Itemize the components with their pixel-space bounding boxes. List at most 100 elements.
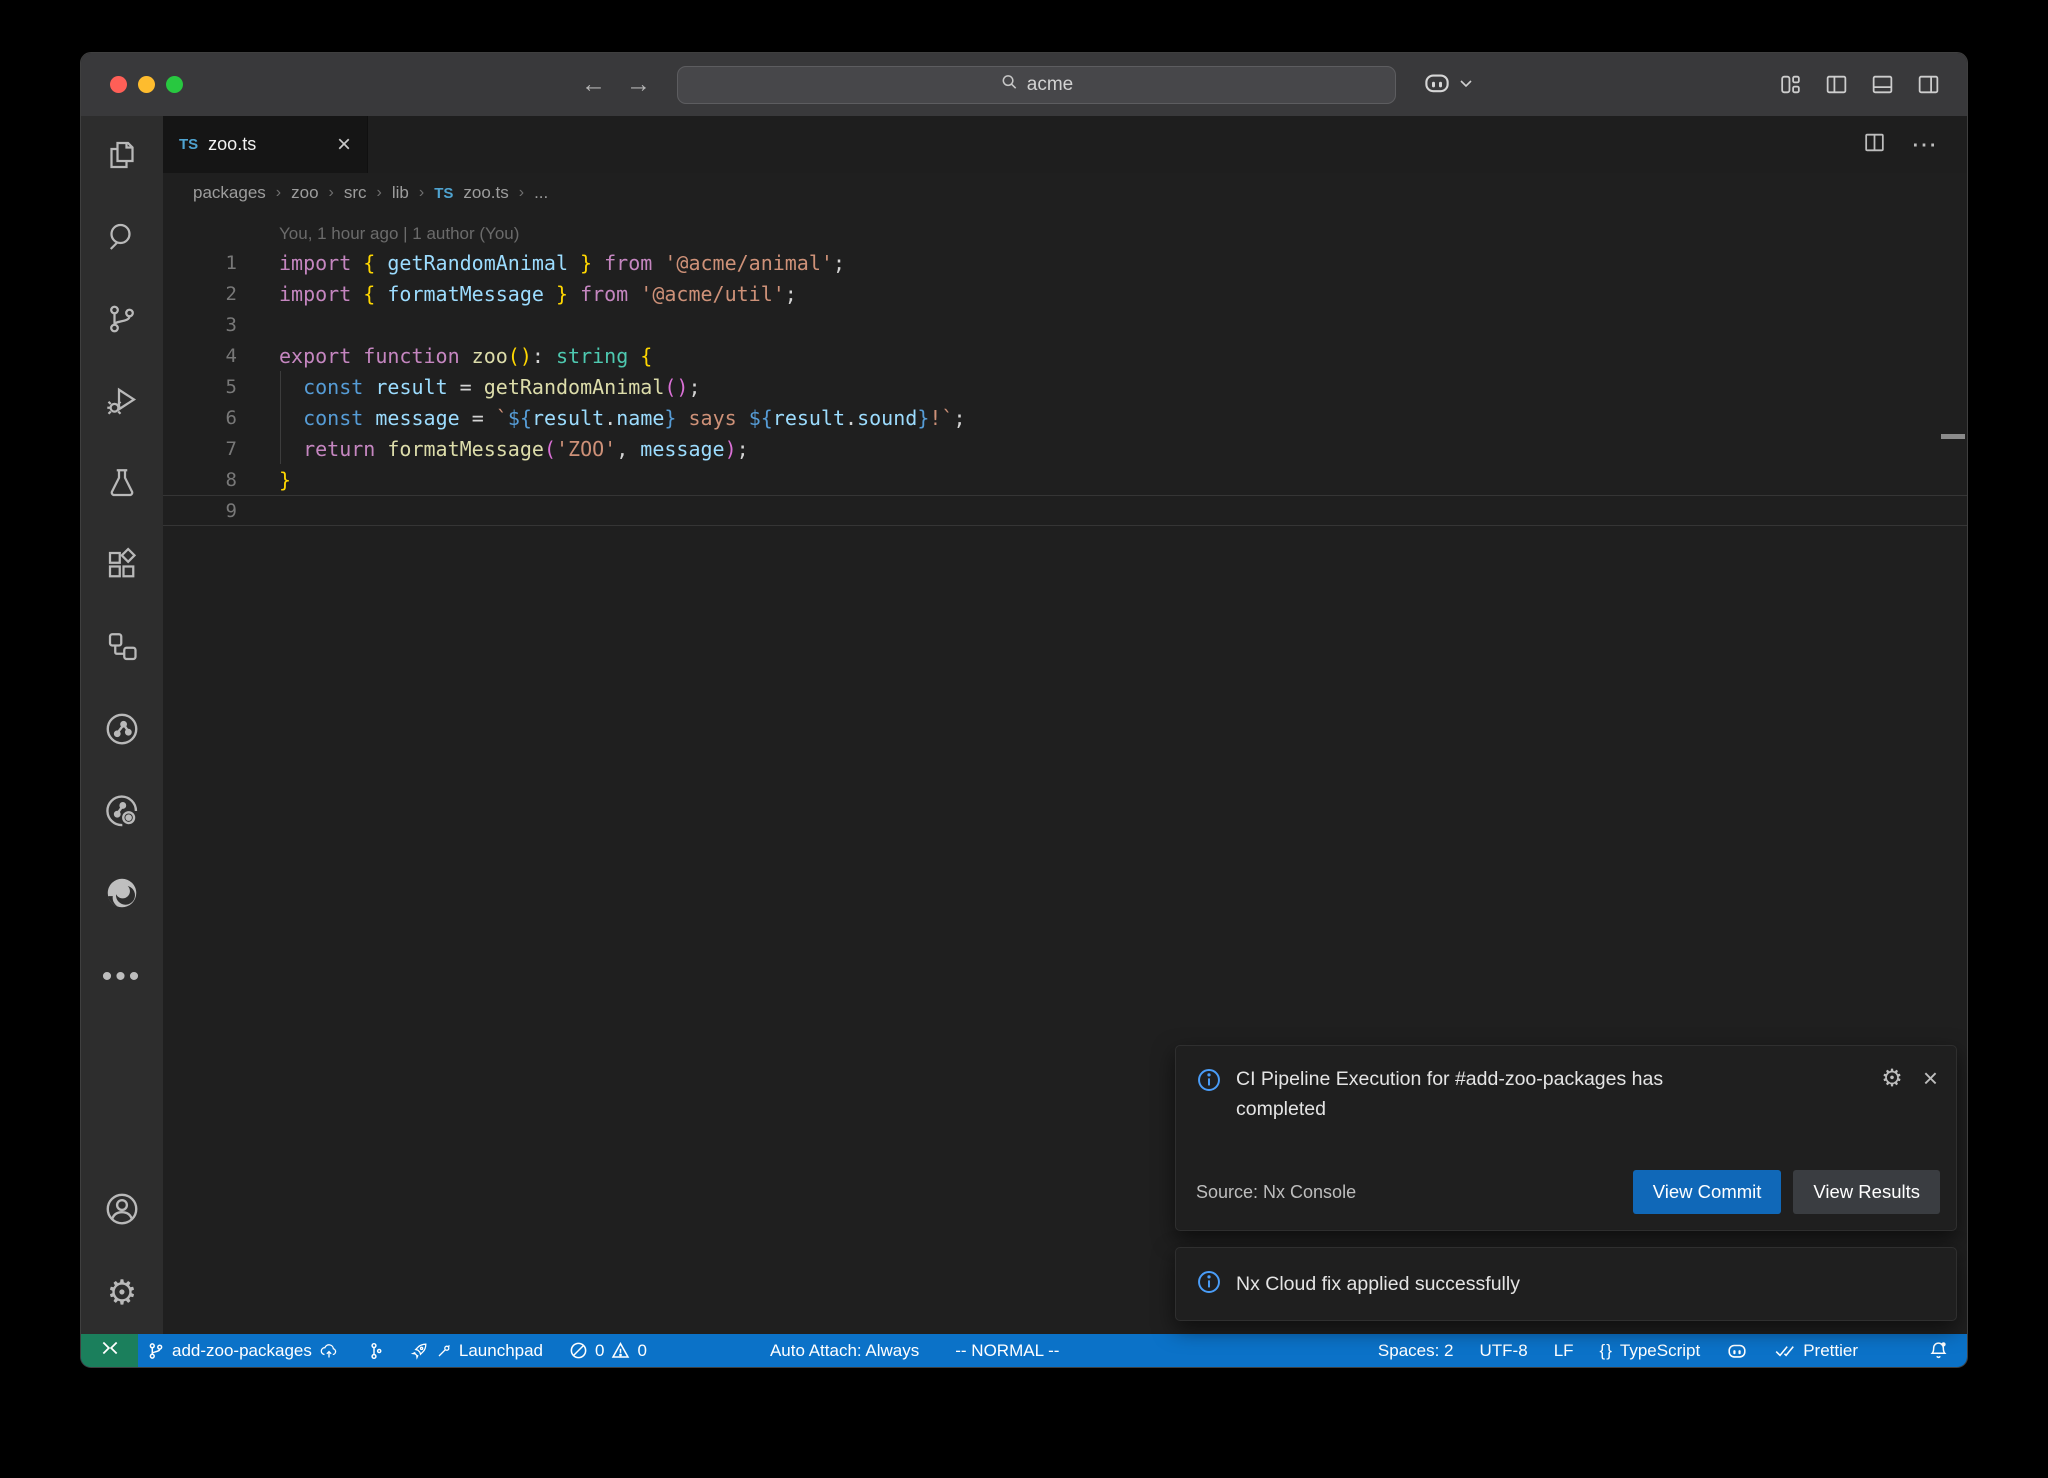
files-icon	[104, 137, 140, 178]
status-bar: add-zoo-packages	[81, 1334, 1967, 1367]
chevron-right-icon: ›	[276, 184, 281, 202]
copilot-status-item[interactable]	[1717, 1334, 1757, 1367]
search-icon	[104, 219, 140, 260]
command-center-search[interactable]: acme	[677, 66, 1396, 104]
sidebar-item-remote-explorer[interactable]	[81, 608, 163, 690]
remote-icon	[100, 1338, 120, 1363]
code-line[interactable]: 9	[163, 495, 1967, 526]
notification-message: Nx Cloud fix applied successfully	[1236, 1269, 1520, 1299]
code-lines: 1import { getRandomAnimal } from '@acme/…	[163, 247, 1967, 526]
line-number[interactable]: 9	[163, 500, 237, 522]
typescript-file-icon: TS	[179, 136, 198, 153]
code-line[interactable]: 1import { getRandomAnimal } from '@acme/…	[163, 247, 1967, 278]
more-actions-icon[interactable]: ⋯	[1911, 129, 1939, 160]
forward-arrow-icon[interactable]: →	[626, 70, 651, 99]
back-arrow-icon[interactable]: ←	[581, 70, 606, 99]
git-blame-annotation: You, 1 hour ago | 1 author (You)	[163, 221, 1967, 247]
toggle-sidebar-icon[interactable]	[1824, 72, 1849, 97]
sidebar-item-run-debug[interactable]	[81, 362, 163, 444]
settings-button[interactable]: ⚙	[81, 1252, 163, 1334]
view-results-button[interactable]: View Results	[1793, 1170, 1940, 1214]
git-branch-icon	[147, 1342, 165, 1360]
git-branch-icon	[104, 301, 140, 342]
line-number[interactable]: 1	[163, 252, 237, 274]
sidebar-item-source-control[interactable]	[81, 280, 163, 362]
notifications-bell-item[interactable]	[1919, 1334, 1967, 1367]
vim-mode-label: -- NORMAL --	[955, 1341, 1059, 1361]
view-commit-button[interactable]: View Commit	[1633, 1170, 1782, 1214]
customize-layout-icon[interactable]	[1778, 72, 1803, 97]
zoom-window-button[interactable]	[166, 76, 183, 93]
breadcrumb-item[interactable]: src	[344, 183, 367, 203]
indentation-status-item[interactable]: Spaces: 2	[1369, 1334, 1463, 1367]
problems-status-item[interactable]: 0 0	[560, 1334, 656, 1367]
launchpad-status-item[interactable]: Launchpad	[400, 1334, 552, 1367]
eol-status-item[interactable]: LF	[1545, 1334, 1583, 1367]
chevron-down-icon[interactable]	[1458, 75, 1474, 96]
sidebar-item-edge-tools[interactable]	[81, 854, 163, 936]
code-line[interactable]: 5 const result = getRandomAnimal();	[163, 371, 1967, 402]
chevron-right-icon: ›	[329, 184, 334, 202]
sidebar-item-explorer[interactable]	[81, 116, 163, 198]
ellipsis-icon: •••	[102, 960, 143, 994]
minimize-window-button[interactable]	[138, 76, 155, 93]
code-line[interactable]: 2import { formatMessage } from '@acme/ut…	[163, 278, 1967, 309]
chevron-right-icon: ›	[419, 184, 424, 202]
notification-settings-icon[interactable]: ⚙	[1881, 1064, 1903, 1092]
sidebar-item-search[interactable]	[81, 198, 163, 280]
line-number[interactable]: 2	[163, 283, 237, 305]
rocket-icon	[409, 1341, 429, 1361]
tab-zoo-ts[interactable]: TS zoo.ts ×	[163, 116, 368, 173]
breadcrumb-item[interactable]: packages	[193, 183, 266, 203]
language-status-item[interactable]: {} TypeScript	[1591, 1334, 1710, 1367]
notification-message: CI Pipeline Execution for #add-zoo-packa…	[1236, 1064, 1706, 1124]
code-line[interactable]: 7 return formatMessage('ZOO', message);	[163, 433, 1967, 464]
branch-status-item[interactable]: add-zoo-packages	[138, 1334, 348, 1367]
toggle-secondary-sidebar-icon[interactable]	[1916, 72, 1941, 97]
info-icon	[1196, 1269, 1222, 1300]
sidebar-item-more[interactable]: •••	[81, 936, 163, 1018]
vim-mode-status-item[interactable]: -- NORMAL --	[946, 1334, 1068, 1367]
line-number[interactable]: 4	[163, 345, 237, 367]
breadcrumb-more[interactable]: ...	[534, 183, 548, 203]
sidebar-item-testing[interactable]	[81, 444, 163, 526]
error-icon	[569, 1341, 588, 1360]
scm-graph-status-item[interactable]	[356, 1334, 392, 1367]
copilot-icon[interactable]	[1422, 68, 1452, 103]
close-tab-icon[interactable]: ×	[337, 133, 351, 157]
close-window-button[interactable]	[110, 76, 127, 93]
close-icon[interactable]: ×	[1923, 1065, 1938, 1091]
breadcrumb-item[interactable]: lib	[392, 183, 409, 203]
circle-graph-icon	[103, 710, 141, 753]
auto-attach-status-item[interactable]: Auto Attach: Always	[761, 1334, 928, 1367]
sidebar-item-nx-cloud[interactable]	[81, 772, 163, 854]
accounts-button[interactable]	[81, 1170, 163, 1252]
breadcrumb-file[interactable]: zoo.ts	[463, 183, 508, 203]
toggle-panel-icon[interactable]	[1870, 72, 1895, 97]
indentation-label: Spaces: 2	[1378, 1341, 1454, 1361]
search-icon	[1000, 73, 1019, 98]
split-editor-icon[interactable]	[1862, 130, 1887, 160]
line-number[interactable]: 8	[163, 469, 237, 491]
encoding-status-item[interactable]: UTF-8	[1471, 1334, 1537, 1367]
title-bar[interactable]: ← → acme	[81, 53, 1967, 116]
sidebar-item-extensions[interactable]	[81, 526, 163, 608]
code-line[interactable]: 4export function zoo(): string {	[163, 340, 1967, 371]
line-number[interactable]: 5	[163, 376, 237, 398]
launchpad-label: Launchpad	[459, 1341, 543, 1361]
sidebar-item-nx-console[interactable]	[81, 690, 163, 772]
error-count: 0	[595, 1341, 604, 1361]
line-number[interactable]: 6	[163, 407, 237, 429]
code-line[interactable]: 6 const message = `${result.name} says $…	[163, 402, 1967, 433]
tab-label: zoo.ts	[208, 134, 256, 155]
formatter-status-item[interactable]: Prettier	[1765, 1334, 1867, 1367]
code-text: export function zoo(): string {	[237, 344, 652, 368]
code-text: import { getRandomAnimal } from '@acme/a…	[237, 251, 845, 275]
remote-indicator[interactable]	[81, 1334, 138, 1367]
code-line[interactable]: 8}	[163, 464, 1967, 495]
breadcrumb-item[interactable]: zoo	[291, 183, 318, 203]
line-number[interactable]: 7	[163, 438, 237, 460]
line-number[interactable]: 3	[163, 314, 237, 336]
code-line[interactable]: 3	[163, 309, 1967, 340]
braces-icon: {}	[1600, 1341, 1613, 1361]
